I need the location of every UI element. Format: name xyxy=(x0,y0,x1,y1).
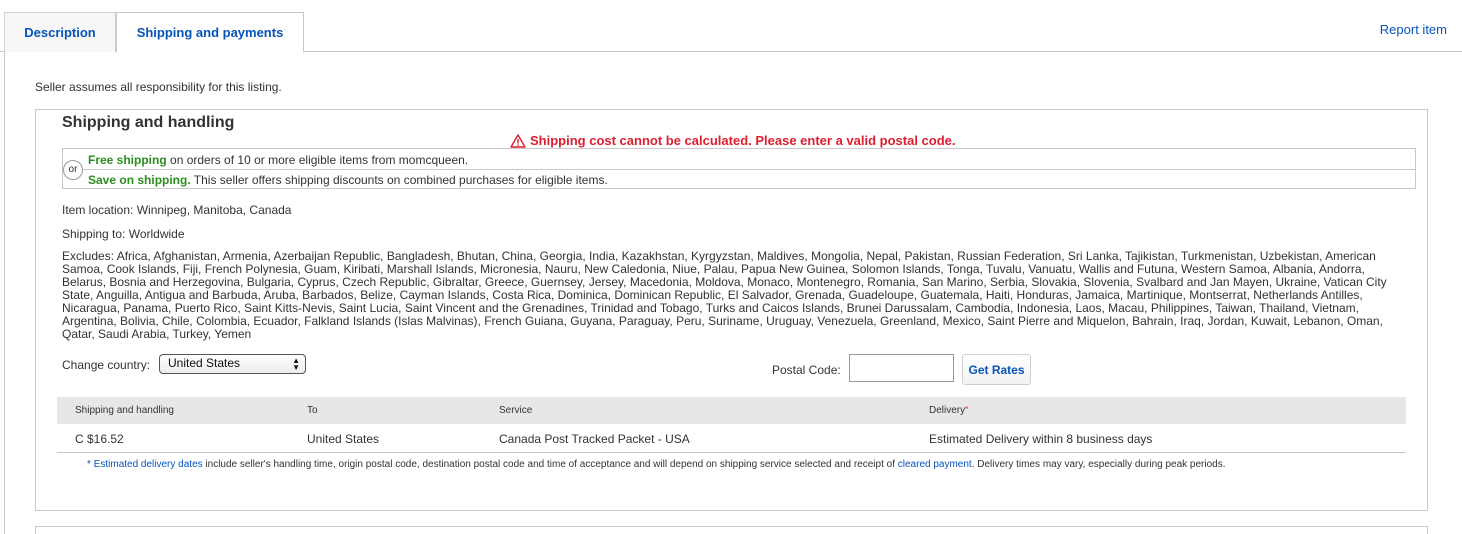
warning-icon xyxy=(510,133,526,148)
change-country-label: Change country: xyxy=(62,358,151,372)
header-to: To xyxy=(307,405,318,416)
footnote-text-2: . Delivery times may vary, especially du… xyxy=(971,459,1226,470)
report-item-link[interactable]: Report item xyxy=(1380,22,1447,37)
shipping-error-message: Shipping cost cannot be calculated. Plea… xyxy=(510,133,956,148)
cleared-payment-link[interactable]: cleared payment xyxy=(898,459,972,470)
free-shipping-label: Free shipping xyxy=(88,153,167,167)
get-rates-button[interactable]: Get Rates xyxy=(962,354,1031,385)
header-service: Service xyxy=(499,405,533,416)
excluded-locations: Excludes: Africa, Afghanistan, Armenia, … xyxy=(62,249,1387,341)
save-shipping-promo: Save on shipping. This seller offers shi… xyxy=(88,173,608,187)
country-select-value: United States xyxy=(168,356,241,370)
or-badge: or xyxy=(63,160,83,180)
delivery-footnote: * Estimated delivery dates include selle… xyxy=(87,459,1226,470)
seller-responsibility-note: Seller assumes all responsibility for th… xyxy=(35,80,282,94)
cell-delivery: Estimated Delivery within 8 business day… xyxy=(929,432,1153,446)
shipping-rates-table: Shipping and handling To Service Deliver… xyxy=(57,397,1406,453)
free-shipping-promo: Free shipping on orders of 10 or more el… xyxy=(88,153,468,167)
postal-code-label: Postal Code: xyxy=(772,363,841,377)
shipping-to: Shipping to: Worldwide xyxy=(62,227,185,241)
footnote-star: * xyxy=(87,459,91,470)
cell-destination: United States xyxy=(307,432,380,446)
item-location: Item location: Winnipeg, Manitoba, Canad… xyxy=(62,203,292,217)
estimated-delivery-dates-link[interactable]: Estimated delivery dates xyxy=(94,459,203,470)
postal-code-input[interactable] xyxy=(849,354,954,382)
shipping-section-title: Shipping and handling xyxy=(62,114,235,131)
footnote-text-1: include seller's handling time, origin p… xyxy=(202,459,898,470)
header-delivery: Delivery* xyxy=(929,405,969,416)
save-shipping-label: Save on shipping. xyxy=(88,173,191,187)
promo-divider xyxy=(83,169,1415,170)
save-shipping-text: This seller offers shipping discounts on… xyxy=(190,173,608,187)
free-shipping-text: on orders of 10 or more eligible items f… xyxy=(166,153,469,167)
tab-description[interactable]: Description xyxy=(4,12,116,52)
country-select[interactable]: United States ▲ ▼ xyxy=(159,354,306,374)
shipping-promotions: or Free shipping on orders of 10 or more… xyxy=(62,148,1416,189)
tab-bar: Description Shipping and payments Report… xyxy=(0,0,1462,53)
select-arrows-icon: ▲ ▼ xyxy=(292,356,300,372)
next-section xyxy=(35,526,1428,534)
tab-shipping-and-payments[interactable]: Shipping and payments xyxy=(116,12,304,53)
cell-service: Canada Post Tracked Packet - USA xyxy=(499,432,690,446)
delivery-asterisk: * xyxy=(965,405,969,414)
cell-cost: C $16.52 xyxy=(75,432,124,446)
table-row: C $16.52 United States Canada Post Track… xyxy=(57,424,1406,453)
table-header: Shipping and handling To Service Deliver… xyxy=(57,397,1406,424)
error-text: Shipping cost cannot be calculated. Plea… xyxy=(530,133,956,148)
header-shipping-and-handling: Shipping and handling xyxy=(75,405,174,416)
